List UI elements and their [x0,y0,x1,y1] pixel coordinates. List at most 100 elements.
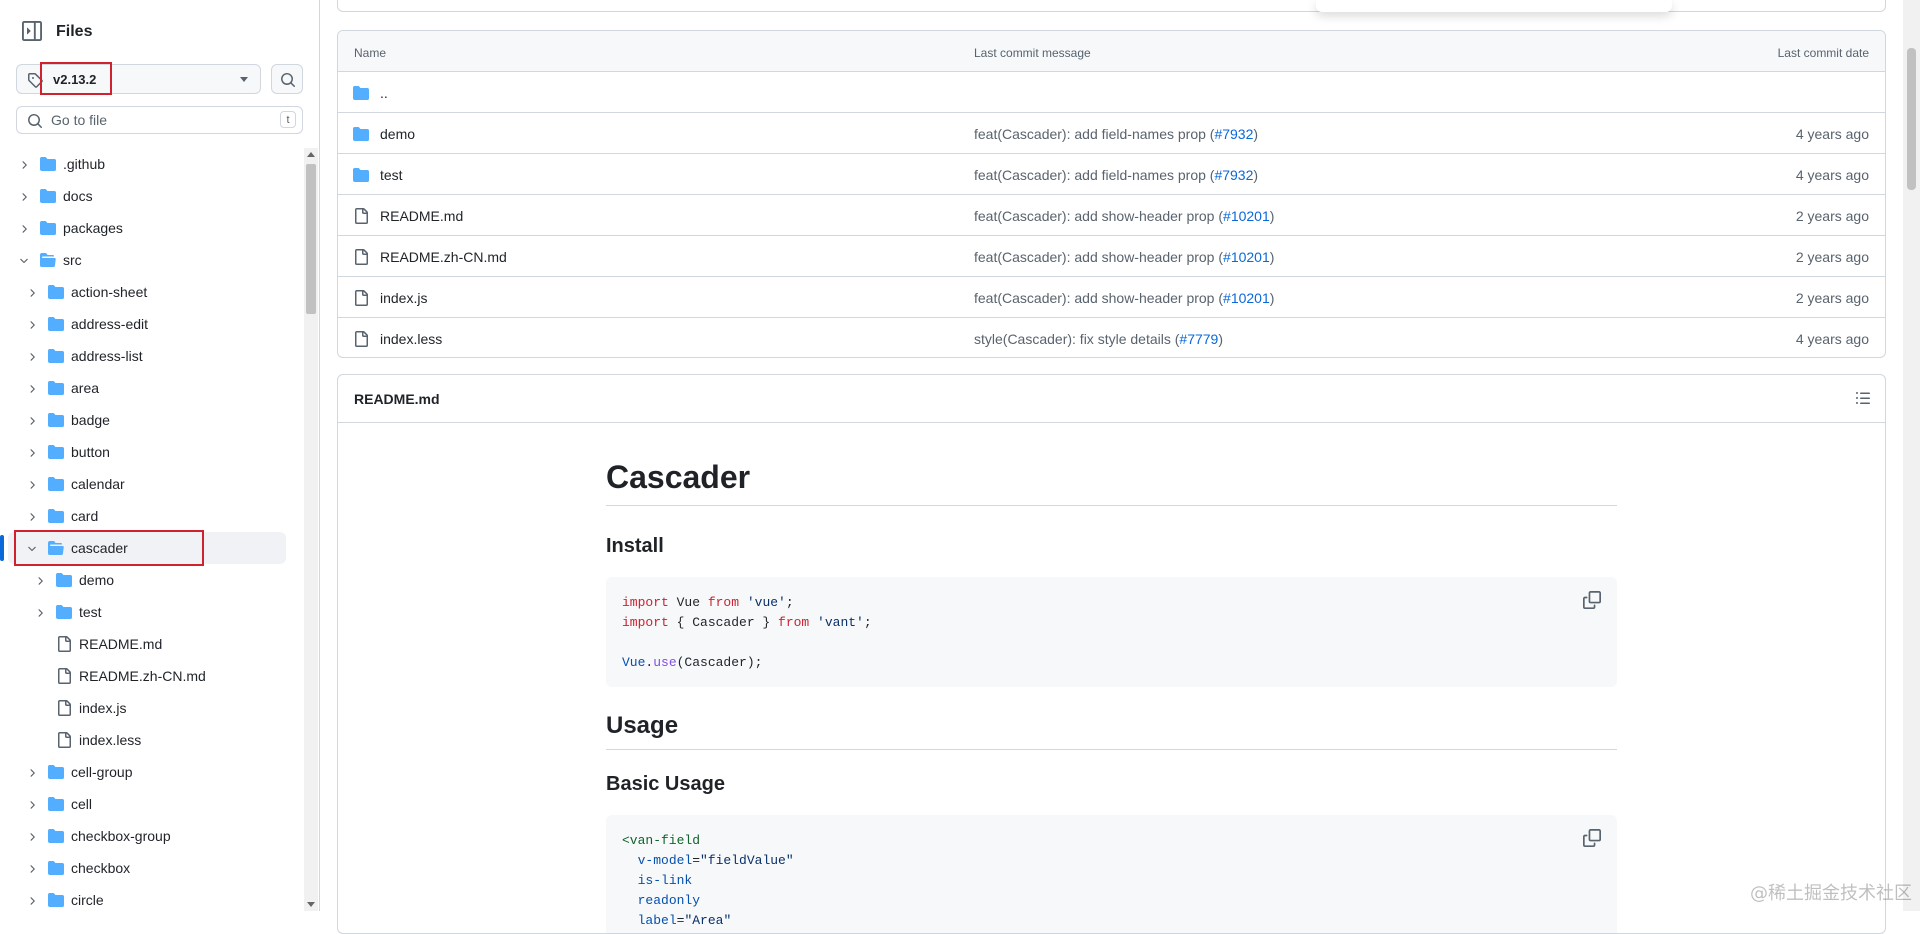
scroll-down-arrow-icon[interactable] [307,902,315,907]
commit-message-link[interactable]: feat(Cascader): add field-names prop (#7… [974,167,1258,183]
tree-item-index-less[interactable]: index.less [8,724,286,756]
file-name-link[interactable]: .. [380,85,388,101]
pull-request-link[interactable]: #7932 [1214,167,1253,183]
chevron-right-icon[interactable] [26,414,38,426]
pull-request-link[interactable]: #7932 [1214,126,1253,142]
tree-item-action-sheet[interactable]: action-sheet [8,276,286,308]
table-row[interactable]: index.less style(Cascader): fix style det… [338,318,1885,357]
chevron-right-icon[interactable] [26,766,38,778]
table-row[interactable]: test feat(Cascader): add field-names prop… [338,154,1885,195]
tree-item-test[interactable]: test [8,596,286,628]
chevron-right-icon[interactable] [26,350,38,362]
chevron-right-icon[interactable] [26,830,38,842]
table-row[interactable]: index.js feat(Cascader): add show-header … [338,277,1885,318]
readme-title[interactable]: README.md [354,391,440,407]
chevron-right-icon[interactable] [34,606,46,618]
copy-icon[interactable] [1583,829,1601,847]
tree-item-address-edit[interactable]: address-edit [8,308,286,340]
scroll-up-arrow-icon[interactable] [307,152,315,157]
file-name-link[interactable]: demo [380,126,415,142]
keyboard-shortcut-hint: t [280,111,296,128]
tree-item-github[interactable]: .github [8,148,286,180]
commit-message-link[interactable]: style(Cascader): fix style details (#777… [974,331,1223,347]
pull-request-link[interactable]: #7779 [1179,331,1218,347]
folder-icon [48,316,64,332]
code-token: from [707,595,740,610]
commit-message-link[interactable]: feat(Cascader): add show-header prop (#1… [974,290,1274,306]
tree-item-area[interactable]: area [8,372,286,404]
chevron-right-icon[interactable] [26,862,38,874]
tag-icon [27,72,43,88]
tree-item-button[interactable]: button [8,436,286,468]
tree-item-circle[interactable]: circle [8,884,286,911]
file-name-link[interactable]: test [380,167,403,183]
tree-item-cell[interactable]: cell [8,788,286,820]
code-token: use [653,655,677,670]
page-scrollbar[interactable] [1903,0,1920,911]
page-scrollbar-thumb[interactable] [1907,48,1916,190]
chevron-right-icon[interactable] [34,574,46,586]
chevron-right-icon[interactable] [26,478,38,490]
pull-request-link[interactable]: #10201 [1223,249,1270,265]
file-name-link[interactable]: index.js [380,290,427,306]
tree-item-address-list[interactable]: address-list [8,340,286,372]
chevron-right-icon[interactable] [18,222,30,234]
tree-item-badge[interactable]: badge [8,404,286,436]
tree-item-index-js[interactable]: index.js [8,692,286,724]
go-to-file-input[interactable] [51,111,251,129]
chevron-right-icon[interactable] [26,510,38,522]
table-row[interactable]: README.md feat(Cascader): add show-header… [338,195,1885,236]
tree-item-src[interactable]: src [8,244,286,276]
tree-item-readme-md[interactable]: README.md [8,628,286,660]
chevron-down-icon [240,77,248,82]
chevron-right-icon[interactable] [26,286,38,298]
chevron-right-icon[interactable] [26,798,38,810]
pull-request-link[interactable]: #10201 [1223,290,1270,306]
commit-message-link[interactable]: feat(Cascader): add show-header prop (#1… [974,208,1274,224]
go-to-file-field[interactable]: t [16,106,303,134]
branch-selector-button[interactable]: v2.13.2 [16,64,261,94]
tree-item-packages[interactable]: packages [8,212,286,244]
file-table: Name Last commit message Last commit dat… [337,30,1886,358]
search-button[interactable] [271,64,303,94]
commit-message-link[interactable]: feat(Cascader): add field-names prop (#7… [974,126,1258,142]
commit-message-close: ) [1269,290,1275,306]
chevron-down-icon[interactable] [26,542,38,554]
table-row[interactable]: demo feat(Cascader): add field-names prop… [338,113,1885,154]
chevron-down-icon[interactable] [18,254,30,266]
chevron-right-icon[interactable] [26,446,38,458]
tree-item-docs[interactable]: docs [8,180,286,212]
tree-item-checkbox-group[interactable]: checkbox-group [8,820,286,852]
tree-item-cascader[interactable]: cascader [8,532,286,564]
file-name-link[interactable]: index.less [380,331,442,347]
commit-message-link[interactable]: feat(Cascader): add show-header prop (#1… [974,249,1274,265]
file-name-link[interactable]: README.md [380,208,463,224]
copy-icon[interactable] [1583,591,1601,609]
search-icon [281,73,296,88]
tree-item-cell-group[interactable]: cell-group [8,756,286,788]
pull-request-link[interactable]: #10201 [1223,208,1270,224]
chevron-right-icon[interactable] [26,894,38,906]
tree-item-label: circle [71,892,104,908]
tree-item-label: packages [63,220,123,236]
tree-item-checkbox[interactable]: checkbox [8,852,286,884]
table-row[interactable]: .. [338,72,1885,113]
tree-item-card[interactable]: card [8,500,286,532]
chevron-right-icon[interactable] [18,190,30,202]
sidebar-scrollbar[interactable] [304,148,318,911]
tree-item-demo[interactable]: demo [8,564,286,596]
file-name-link[interactable]: README.zh-CN.md [380,249,507,265]
branch-label: v2.13.2 [53,72,97,87]
commit-date: 2 years ago [1795,249,1869,265]
code-token: from [778,615,810,630]
table-of-contents-icon[interactable] [1855,390,1871,406]
chevron-right-icon[interactable] [26,318,38,330]
tree-item-readme-zh-cn-md[interactable]: README.zh-CN.md [8,660,286,692]
tree-item-calendar[interactable]: calendar [8,468,286,500]
table-row[interactable]: README.zh-CN.md feat(Cascader): add show-… [338,236,1885,277]
chevron-right-icon[interactable] [26,382,38,394]
scrollbar-thumb[interactable] [306,164,316,314]
sidebar-collapse-icon[interactable] [22,21,42,41]
chevron-right-icon[interactable] [18,158,30,170]
folder-icon [40,188,56,204]
